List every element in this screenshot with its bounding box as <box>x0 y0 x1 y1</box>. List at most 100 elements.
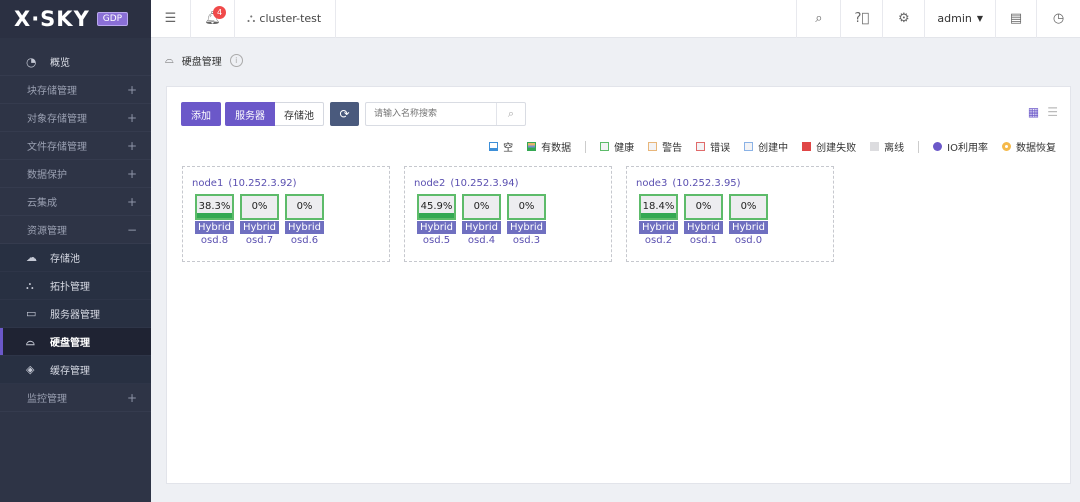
cloud-pool-icon: ☁ <box>26 251 37 264</box>
sidebar-item-12[interactable]: 监控管理 + <box>0 384 151 412</box>
page-title: 硬盘管理 <box>181 56 222 68</box>
disk-usage-percent: 0% <box>695 201 712 212</box>
legend-item: 空 <box>489 139 513 154</box>
tasks-button[interactable]: ▤ <box>995 0 1036 38</box>
disk-item[interactable]: 0% Hybrid osd.1 <box>684 194 723 246</box>
settings-button[interactable]: ⚙ <box>882 0 924 38</box>
node-card[interactable]: node1 (10.252.3.92) 38.3% Hybrid osd.8 0% Hybr… <box>182 166 390 262</box>
sidebar-item-8[interactable]: ⛬ 拓扑管理 <box>0 272 151 300</box>
legend-label: 创建失败 <box>816 143 857 154</box>
node-title[interactable]: node3 (10.252.3.95) <box>636 178 741 189</box>
legend-swatch <box>870 142 880 151</box>
disk-item[interactable]: 0% Hybrid osd.3 <box>507 194 546 246</box>
layout-switcher: ▦ ☰ <box>1028 105 1058 119</box>
disk-type: Hybrid <box>729 221 768 234</box>
disk-item[interactable]: 0% Hybrid osd.6 <box>285 194 324 246</box>
legend-swatch <box>1002 142 1011 151</box>
legend-label: 空 <box>503 143 514 154</box>
sidebar-item-4[interactable]: 数据保护 + <box>0 160 151 188</box>
list-view-icon[interactable]: ☰ <box>1047 105 1058 119</box>
sidebar-item-0[interactable]: ◔ 概览 <box>0 48 151 76</box>
legend-label: 警告 <box>662 143 683 154</box>
sidebar-item-label: 服务器管理 <box>50 310 100 321</box>
disk-usage-fill <box>641 213 676 218</box>
disk-name: osd.0 <box>734 235 763 246</box>
status-legend: 空 有数据 健康 警告 错误 创建中 创建失败 离线 IO利用率 数据恢复 <box>475 139 1056 154</box>
search-button[interactable]: ⌕ <box>796 0 840 38</box>
legend-label: 错误 <box>710 143 731 154</box>
collapse-icon: − <box>126 223 137 237</box>
legend-swatch <box>744 142 754 151</box>
clock-icon: ◷ <box>1052 11 1065 26</box>
notification-button[interactable]: 🔔︎ 4 <box>191 0 235 38</box>
node-card[interactable]: node3 (10.252.3.95) 18.4% Hybrid osd.2 0% Hybr… <box>626 166 834 262</box>
legend-swatch <box>802 142 812 151</box>
help-icon: ?⃝ <box>854 11 870 26</box>
disk-usage-box: 18.4% <box>639 194 678 220</box>
node-card[interactable]: node2 (10.252.3.94) 45.9% Hybrid osd.5 0% Hybr… <box>404 166 612 262</box>
disk-usage-percent: 0% <box>251 201 268 212</box>
cluster-icon: ⛬ <box>247 11 256 25</box>
disk-name: osd.4 <box>467 235 496 246</box>
legend-item: IO利用率 <box>933 139 988 154</box>
grid-view-icon[interactable]: ▦ <box>1028 105 1039 119</box>
help-button[interactable]: ?⃝ <box>840 0 882 38</box>
node-title[interactable]: node1 (10.252.3.92) <box>192 178 297 189</box>
sidebar-item-3[interactable]: 文件存储管理 + <box>0 132 151 160</box>
breadcrumb: ⌓ 硬盘管理 i <box>165 52 243 68</box>
sidebar-item-11[interactable]: ◈ 缓存管理 <box>0 356 151 384</box>
legend-label: IO利用率 <box>947 143 988 154</box>
expand-icon: + <box>126 83 137 97</box>
disk-item[interactable]: 0% Hybrid osd.0 <box>729 194 768 246</box>
disk-usage-fill <box>197 213 232 218</box>
disk-type: Hybrid <box>195 221 234 234</box>
node-title[interactable]: node2 (10.252.3.94) <box>414 178 519 189</box>
disk-usage-percent: 0% <box>518 201 535 212</box>
sidebar-item-label: 存储池 <box>50 254 80 265</box>
add-button[interactable]: 添加 <box>181 102 221 126</box>
legend-label: 数据恢复 <box>1016 143 1056 154</box>
expand-icon: + <box>126 195 137 209</box>
disk-name: osd.2 <box>644 235 673 246</box>
user-name: admin <box>937 12 972 25</box>
search-submit-button[interactable]: ⌕ <box>496 103 525 125</box>
sidebar-item-9[interactable]: ▭ 服务器管理 <box>0 300 151 328</box>
legend-separator <box>585 140 587 153</box>
sidebar-item-label: 资源管理 <box>27 226 67 237</box>
disk-item[interactable]: 45.9% Hybrid osd.5 <box>417 194 456 246</box>
user-menu[interactable]: admin ▼ <box>924 0 995 38</box>
disk-item[interactable]: 18.4% Hybrid osd.2 <box>639 194 678 246</box>
sidebar-item-10[interactable]: ⌓ 硬盘管理 <box>0 328 151 356</box>
sidebar-item-7[interactable]: ☁ 存储池 <box>0 244 151 272</box>
legend-item: 创建中 <box>744 139 788 154</box>
refresh-button[interactable]: ⟳ <box>330 102 359 126</box>
sidebar-item-label: 文件存储管理 <box>27 142 87 153</box>
sidebar-item-label: 云集成 <box>27 198 57 209</box>
node-ip: (10.252.3.92) <box>228 178 297 189</box>
view-pool-tab[interactable]: 存储池 <box>275 102 324 126</box>
view-server-tab[interactable]: 服务器 <box>225 102 275 126</box>
node-name: node3 <box>636 178 668 189</box>
expand-icon: + <box>126 391 137 405</box>
disk-item[interactable]: 38.3% Hybrid osd.8 <box>195 194 234 246</box>
sidebar-item-label: 拓扑管理 <box>50 282 90 293</box>
dashboard-icon: ◔ <box>26 54 37 69</box>
disk-name: osd.6 <box>290 235 319 246</box>
search-input[interactable] <box>366 103 496 125</box>
sidebar-item-label: 概览 <box>50 58 70 69</box>
legend-swatch <box>600 142 610 151</box>
sidebar-item-6[interactable]: 资源管理 − <box>0 216 151 244</box>
brand-logo[interactable]: X·SKY GDP <box>0 0 151 38</box>
cluster-selector[interactable]: ⛬ cluster-test <box>235 0 337 38</box>
legend-swatch <box>933 142 943 151</box>
sidebar-item-1[interactable]: 块存储管理 + <box>0 76 151 104</box>
disk-item[interactable]: 0% Hybrid osd.7 <box>240 194 279 246</box>
info-icon[interactable]: i <box>229 53 243 67</box>
history-button[interactable]: ◷ <box>1036 0 1080 38</box>
disk-item[interactable]: 0% Hybrid osd.4 <box>462 194 501 246</box>
disk-list: 38.3% Hybrid osd.8 0% Hybrid osd.7 0% Hybrid osd… <box>195 194 324 246</box>
menu-toggle-button[interactable]: ☰ <box>151 0 191 38</box>
sidebar: X·SKY GDP ◔ 概览 块存储管理 + 对象存储管理 + 文件存储管理 + 数据保护 + 云集… <box>0 0 151 502</box>
sidebar-item-2[interactable]: 对象存储管理 + <box>0 104 151 132</box>
sidebar-item-5[interactable]: 云集成 + <box>0 188 151 216</box>
